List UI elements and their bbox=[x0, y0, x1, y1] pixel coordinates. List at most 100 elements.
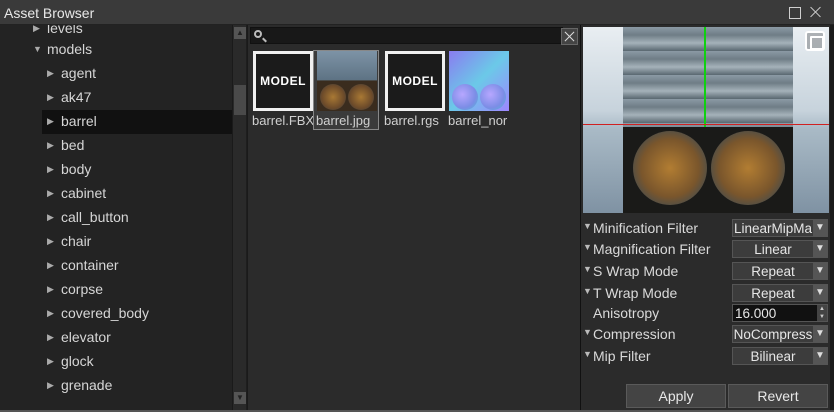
tree-item-elevator[interactable]: ▶ elevator bbox=[0, 326, 232, 350]
asset-grid-panel: MODEL barrel.FBX barrel.jpg MODEL barrel… bbox=[247, 25, 580, 410]
scroll-up-icon[interactable]: ▲ bbox=[234, 27, 246, 39]
expanded-arrow-icon[interactable]: ▼ bbox=[33, 44, 42, 54]
tree-item-agent[interactable]: ▶ agent bbox=[0, 62, 232, 86]
asset-label: barrel.rgs bbox=[384, 113, 439, 128]
clear-search-icon[interactable] bbox=[561, 28, 578, 45]
chevron-down-icon[interactable]: ▼ bbox=[813, 326, 827, 342]
tree-item-label: grenade bbox=[61, 377, 113, 393]
tree-item-barrel[interactable]: ▶ barrel bbox=[42, 110, 232, 134]
collapsed-arrow-icon[interactable]: ▶ bbox=[47, 92, 54, 103]
barrel-lid-image bbox=[348, 84, 374, 110]
y-axis-line bbox=[704, 27, 706, 127]
spinner[interactable]: ▲ ▼ bbox=[817, 305, 827, 321]
expand-arrow-icon[interactable]: ▼ bbox=[583, 327, 592, 337]
mip-filter-dropdown[interactable]: Bilinear ▼ bbox=[732, 347, 828, 365]
tree-scrollbar[interactable]: ▲ ▼ bbox=[232, 25, 246, 410]
collapsed-arrow-icon[interactable]: ▶ bbox=[47, 140, 54, 151]
prop-label: Mip Filter bbox=[593, 348, 651, 364]
search-icon bbox=[254, 30, 262, 38]
expand-arrow-icon[interactable]: ▼ bbox=[583, 242, 592, 252]
expand-arrow-icon[interactable]: ▼ bbox=[583, 221, 592, 231]
tree-item-grenade[interactable]: ▶ grenade bbox=[0, 374, 232, 398]
spin-up-icon[interactable]: ▲ bbox=[817, 305, 827, 313]
tree-item-cabinet[interactable]: ▶ cabinet bbox=[0, 182, 232, 206]
dropdown-value: Bilinear bbox=[750, 349, 796, 364]
expand-arrow-icon[interactable]: ▼ bbox=[583, 264, 592, 274]
maximize-icon[interactable] bbox=[786, 4, 802, 20]
spin-down-icon[interactable]: ▼ bbox=[817, 313, 827, 321]
tree-item-label: elevator bbox=[61, 329, 111, 345]
collapsed-arrow-icon[interactable]: ▶ bbox=[47, 260, 54, 271]
tree-item-glock[interactable]: ▶ glock bbox=[0, 350, 232, 374]
title-bar: Asset Browser bbox=[0, 0, 834, 25]
chevron-down-icon[interactable]: ▼ bbox=[813, 263, 827, 279]
prop-label: T Wrap Mode bbox=[593, 285, 678, 301]
scrollbar-thumb[interactable] bbox=[234, 85, 246, 115]
model-thumbnail-text: MODEL bbox=[260, 74, 306, 88]
apply-button[interactable]: Apply bbox=[626, 384, 726, 408]
model-thumbnail-text: MODEL bbox=[392, 74, 438, 88]
tree-item-models[interactable]: ▼ models bbox=[0, 38, 232, 62]
asset-tile-barrel-jpg[interactable]: barrel.jpg bbox=[313, 50, 379, 130]
search-input[interactable] bbox=[250, 27, 563, 44]
prop-label: Minification Filter bbox=[593, 220, 699, 236]
tree-item-bed[interactable]: ▶ bed bbox=[0, 134, 232, 158]
tree-item-label: cabinet bbox=[61, 185, 107, 201]
asset-tile-barrel-fbx[interactable]: MODEL barrel.FBX bbox=[250, 51, 314, 129]
tree-item-corpse[interactable]: ▶ corpse bbox=[0, 278, 232, 302]
prop-label: S Wrap Mode bbox=[593, 263, 679, 279]
s-wrap-mode-dropdown[interactable]: Repeat ▼ bbox=[732, 262, 828, 280]
tree-item-label: container bbox=[61, 257, 119, 273]
tree-item-label: body bbox=[61, 161, 92, 177]
tree-item-label: ak47 bbox=[61, 89, 92, 105]
collapsed-arrow-icon[interactable]: ▶ bbox=[47, 212, 54, 223]
chevron-down-icon[interactable]: ▼ bbox=[813, 348, 827, 364]
collapsed-arrow-icon[interactable]: ▶ bbox=[47, 332, 54, 343]
fullscreen-icon[interactable] bbox=[805, 31, 825, 51]
tree-item-label: levels bbox=[47, 25, 83, 36]
texture-preview[interactable] bbox=[583, 27, 829, 213]
collapsed-arrow-icon[interactable]: ▶ bbox=[47, 188, 54, 199]
collapsed-arrow-icon[interactable]: ▶ bbox=[47, 164, 54, 175]
tree-item-label: glock bbox=[61, 353, 94, 369]
prop-t-wrap-mode: ▼ T Wrap Mode Repeat ▼ bbox=[581, 283, 831, 304]
close-icon[interactable] bbox=[808, 4, 824, 20]
chevron-down-icon[interactable]: ▼ bbox=[813, 220, 827, 236]
tree-item-label: agent bbox=[61, 65, 97, 81]
tree-item-label: bed bbox=[61, 137, 85, 153]
model-thumbnail: MODEL bbox=[385, 51, 445, 111]
collapsed-arrow-icon[interactable]: ▶ bbox=[47, 308, 54, 319]
magnification-filter-dropdown[interactable]: Linear ▼ bbox=[732, 240, 828, 258]
t-wrap-mode-dropdown[interactable]: Repeat ▼ bbox=[732, 284, 828, 302]
expand-arrow-icon[interactable]: ▼ bbox=[583, 349, 592, 359]
compression-dropdown[interactable]: NoCompress ▼ bbox=[732, 325, 828, 343]
expand-arrow-icon[interactable]: ▼ bbox=[583, 286, 592, 296]
chevron-down-icon[interactable]: ▼ bbox=[813, 241, 827, 257]
tree-item-covered-body[interactable]: ▶ covered_body bbox=[0, 302, 232, 326]
chevron-down-icon[interactable]: ▼ bbox=[813, 285, 827, 301]
revert-button[interactable]: Revert bbox=[728, 384, 828, 408]
asset-tile-barrel-normal[interactable]: barrel_nor bbox=[446, 51, 510, 129]
collapsed-arrow-icon[interactable]: ▶ bbox=[47, 116, 54, 127]
tree-item-label: covered_body bbox=[61, 305, 149, 321]
collapsed-arrow-icon[interactable]: ▶ bbox=[47, 236, 54, 247]
prop-s-wrap-mode: ▼ S Wrap Mode Repeat ▼ bbox=[581, 261, 831, 282]
prop-label: Compression bbox=[593, 326, 676, 342]
anisotropy-field[interactable]: 16.000 ▲ ▼ bbox=[732, 304, 828, 322]
x-axis-line bbox=[583, 124, 829, 125]
collapsed-arrow-icon[interactable]: ▶ bbox=[33, 25, 40, 34]
tree-item-ak47[interactable]: ▶ ak47 bbox=[0, 86, 232, 110]
tree-item-call-button[interactable]: ▶ call_button bbox=[0, 206, 232, 230]
tree-item-label: chair bbox=[61, 233, 92, 249]
minification-filter-dropdown[interactable]: LinearMipMa ▼ bbox=[732, 219, 828, 237]
collapsed-arrow-icon[interactable]: ▶ bbox=[47, 356, 54, 367]
tree-item-body[interactable]: ▶ body bbox=[0, 158, 232, 182]
collapsed-arrow-icon[interactable]: ▶ bbox=[47, 284, 54, 295]
collapsed-arrow-icon[interactable]: ▶ bbox=[47, 380, 54, 391]
preview-barrel-lid bbox=[711, 131, 785, 205]
asset-tile-barrel-rgs[interactable]: MODEL barrel.rgs bbox=[382, 51, 446, 129]
collapsed-arrow-icon[interactable]: ▶ bbox=[47, 68, 54, 79]
tree-item-chair[interactable]: ▶ chair bbox=[0, 230, 232, 254]
tree-item-container[interactable]: ▶ container bbox=[0, 254, 232, 278]
scroll-down-icon[interactable]: ▼ bbox=[234, 392, 246, 404]
